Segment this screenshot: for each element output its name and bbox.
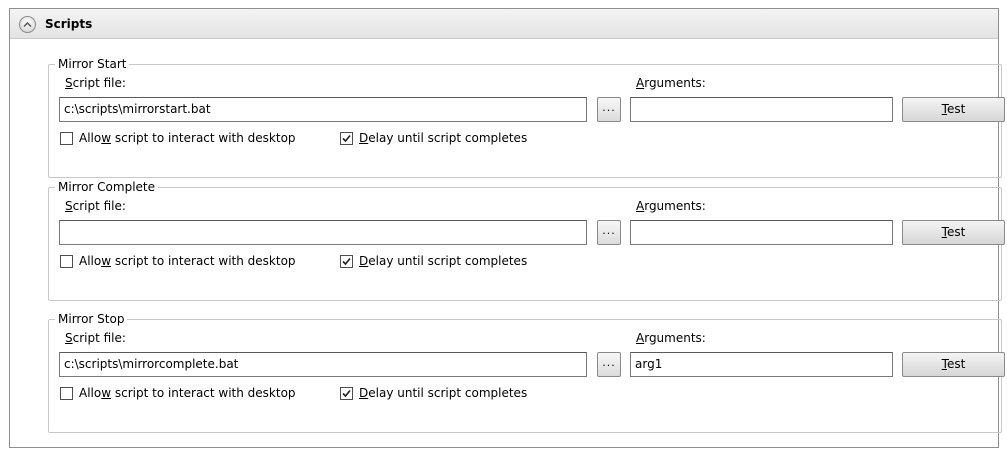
browse-button[interactable]: ... (597, 220, 621, 245)
collapse-chevron-up-icon[interactable] (19, 16, 36, 33)
delay-label: Delay until script completes (359, 386, 528, 400)
group-title: Mirror Stop (55, 312, 128, 326)
script-file-input[interactable]: c:\scripts\mirrorstart.bat (59, 97, 587, 122)
arguments-input[interactable] (630, 220, 893, 245)
checkmark-icon (342, 389, 351, 397)
allow-desktop-label: Allow script to interact with desktop (79, 254, 296, 268)
arguments-label: Arguments: (636, 199, 706, 213)
arguments-input[interactable] (630, 97, 893, 122)
allow-desktop-checkbox[interactable] (60, 254, 73, 268)
allow-desktop-checkbox[interactable] (60, 131, 73, 145)
group-mirror-start: Mirror Start Script file: c:\scripts\mir… (48, 57, 1005, 178)
delay-checkbox[interactable] (340, 254, 353, 268)
checkmark-icon (342, 134, 351, 142)
arguments-input[interactable]: arg1 (630, 352, 893, 377)
checkmark-icon (342, 257, 351, 265)
script-file-label: Script file: (65, 331, 126, 345)
allow-desktop-checkbox[interactable] (60, 386, 73, 400)
scripts-panel: Scripts Mirror Start Script file: c:\scr… (9, 8, 1005, 448)
allow-desktop-label: Allow script to interact with desktop (79, 386, 296, 400)
test-button[interactable]: Test (902, 220, 1005, 245)
script-file-label: Script file: (65, 199, 126, 213)
group-title: Mirror Start (55, 57, 130, 71)
delay-checkbox[interactable] (340, 131, 353, 145)
script-file-input[interactable] (59, 220, 587, 245)
arguments-label: Arguments: (636, 76, 706, 90)
section-header[interactable]: Scripts (10, 9, 998, 39)
delay-checkbox-row[interactable]: Delay until script completes (340, 386, 527, 400)
browse-button[interactable]: ... (597, 352, 621, 377)
script-file-input[interactable]: c:\scripts\mirrorcomplete.bat (59, 352, 587, 377)
script-file-label: Script file: (65, 76, 126, 90)
section-title: Scripts (45, 17, 93, 31)
delay-label: Delay until script completes (359, 131, 528, 145)
allow-desktop-checkbox-row[interactable]: Allow script to interact with desktop (60, 386, 296, 400)
delay-label: Delay until script completes (359, 254, 528, 268)
delay-checkbox-row[interactable]: Delay until script completes (340, 254, 527, 268)
allow-desktop-checkbox-row[interactable]: Allow script to interact with desktop (60, 131, 296, 145)
delay-checkbox-row[interactable]: Delay until script completes (340, 131, 527, 145)
browse-button[interactable]: ... (597, 97, 621, 122)
group-title: Mirror Complete (55, 180, 159, 194)
group-mirror-stop: Mirror Stop Script file: c:\scripts\mirr… (48, 312, 1005, 433)
allow-desktop-label: Allow script to interact with desktop (79, 131, 296, 145)
delay-checkbox[interactable] (340, 386, 353, 400)
arguments-label: Arguments: (636, 331, 706, 345)
test-button[interactable]: Test (902, 97, 1005, 122)
group-mirror-complete: Mirror Complete Script file: ... Argumen… (48, 180, 1005, 301)
allow-desktop-checkbox-row[interactable]: Allow script to interact with desktop (60, 254, 296, 268)
test-button[interactable]: Test (902, 352, 1005, 377)
